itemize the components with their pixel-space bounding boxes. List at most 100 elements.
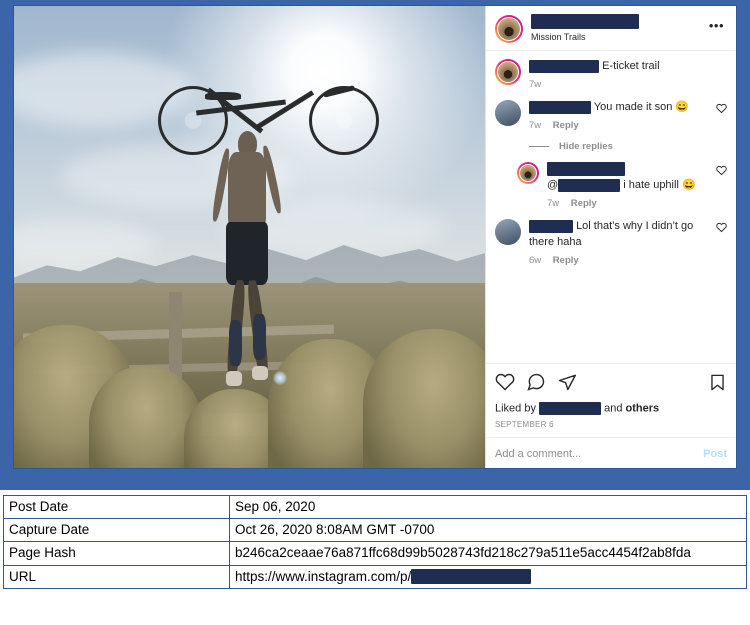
metadata-value-url: https://www.instagram.com/p/ [229, 564, 747, 589]
like-comment-icon[interactable] [716, 165, 727, 176]
likes-summary: Liked by and others [495, 402, 727, 415]
add-comment-input[interactable]: Add a comment... [495, 448, 703, 460]
rider-shoe [251, 365, 268, 380]
post-header: Mission Trails ••• [486, 6, 736, 52]
redacted-username [529, 219, 573, 233]
comment-text: You made it son [593, 101, 673, 114]
table-row: Capture Date Oct 26, 2020 8:08AM GMT -07… [3, 518, 747, 543]
reply-button[interactable]: Reply [553, 120, 579, 131]
screenshot-page: Mission Trails ••• E-ticket trail 7w You… [0, 0, 750, 625]
comment-item: Lol that’s why I didn’t go there haha 6w… [495, 219, 727, 266]
likes-and: and [604, 402, 623, 415]
redacted-username [539, 402, 602, 415]
comment-meta: 6w Reply [529, 255, 708, 266]
avatar[interactable] [517, 162, 539, 185]
redacted-username [531, 14, 639, 29]
comment-reply-item: @ i hate uphill 😄 7w Reply [517, 162, 727, 209]
metadata-key: Post Date [3, 494, 230, 520]
comments-list: E-ticket trail 7w You made it son 😄 7w R… [486, 51, 736, 363]
action-icons-row [495, 372, 727, 395]
caption-meta: 7w [529, 79, 727, 90]
redacted-post-id [411, 568, 532, 584]
like-comment-icon[interactable] [716, 222, 727, 233]
redacted-username [547, 162, 625, 177]
caption-time: 7w [529, 79, 542, 91]
instagram-sidebar: Mission Trails ••• E-ticket trail 7w You… [485, 6, 736, 468]
bicycle-seat [205, 92, 242, 101]
avatar[interactable] [495, 14, 523, 43]
post-photo [14, 6, 485, 468]
redacted-mention [558, 178, 621, 192]
comment-meta: 7w Reply [529, 120, 708, 131]
post-comment-button[interactable]: Post [703, 448, 727, 460]
table-row: URL https://www.instagram.com/p/ [3, 564, 747, 589]
instagram-post-capture: Mission Trails ••• E-ticket trail 7w You… [13, 5, 737, 469]
bicycle-frame [254, 90, 315, 131]
mention-prefix: @ [547, 179, 559, 192]
metadata-table: Post Date Sep 06, 2020 Capture Date Oct … [3, 494, 747, 589]
reply-button[interactable]: Reply [553, 255, 579, 266]
like-comment-icon[interactable] [716, 103, 727, 114]
share-icon[interactable] [557, 372, 577, 395]
reply-text-line: @ i hate uphill 😄 [547, 178, 708, 194]
comment-body: You made it son 😄 7w Reply [529, 100, 708, 131]
metadata-value: Oct 26, 2020 8:08AM GMT -0700 [229, 518, 747, 543]
avatar-image [497, 16, 521, 41]
rider-calf-sleeve [228, 319, 242, 366]
metadata-key: URL [3, 564, 230, 589]
comment-time: 7w [529, 120, 542, 132]
redacted-username [529, 60, 599, 73]
avatar[interactable] [495, 59, 521, 86]
post-date-label: SEPTEMBER 6 [495, 420, 554, 429]
caption-text: E-ticket trail [602, 60, 660, 73]
reply-username-line [547, 162, 708, 178]
avatar[interactable] [495, 219, 521, 246]
avatar-image [495, 100, 521, 127]
add-comment-bar: Add a comment... Post [486, 437, 736, 468]
table-row: Post Date Sep 06, 2020 [3, 494, 747, 520]
bicycle-wheel [309, 86, 380, 156]
hide-replies-label: Hide replies [559, 141, 613, 153]
more-options-icon[interactable]: ••• [709, 18, 728, 39]
lens-flare [273, 370, 288, 385]
avatar-image [497, 61, 519, 84]
avatar-image [495, 219, 521, 246]
liked-by-label: Liked by [495, 402, 536, 415]
avatar-image [519, 164, 537, 183]
reply-body: @ i hate uphill 😄 7w Reply [547, 162, 708, 209]
hide-replies-toggle[interactable]: Hide replies [529, 141, 727, 152]
reply-meta: 7w Reply [547, 198, 708, 209]
post-location[interactable]: Mission Trails [531, 32, 701, 43]
metadata-key: Capture Date [3, 518, 230, 543]
divider-line [529, 146, 549, 148]
comment-text-line: You made it son 😄 [529, 100, 708, 116]
comment-icon[interactable] [526, 372, 546, 395]
rider-shorts [226, 222, 268, 286]
metadata-value: Sep 06, 2020 [229, 494, 747, 520]
caption-body: E-ticket trail 7w [529, 59, 727, 90]
metadata-table-element: Post Date Sep 06, 2020 Capture Date Oct … [3, 494, 747, 589]
metadata-value: b246ca2ceaae76a871ffc68d99b5028743fd218c… [229, 541, 747, 566]
bookmark-icon[interactable] [708, 373, 727, 395]
caption-text-line: E-ticket trail [529, 59, 727, 75]
post-actions: Liked by and others SEPTEMBER 6 [486, 363, 736, 429]
rider-shoe [226, 371, 243, 386]
metadata-key: Page Hash [3, 541, 230, 566]
comment-body: Lol that’s why I didn’t go there haha 6w… [529, 219, 708, 266]
reply-text: i hate uphill [623, 179, 679, 192]
likes-others[interactable]: others [626, 402, 660, 414]
comment-time: 6w [529, 255, 542, 267]
reply-button[interactable]: Reply [571, 198, 597, 209]
redacted-username [529, 100, 591, 114]
rider-torso [227, 152, 267, 230]
bicycle-silhouette [155, 85, 381, 164]
url-text: https://www.instagram.com/p/ [235, 568, 412, 584]
like-icon[interactable] [495, 372, 515, 395]
post-caption: E-ticket trail 7w [495, 59, 727, 90]
reply-time: 7w [547, 198, 560, 210]
comment-text-line: Lol that’s why I didn’t go there haha [529, 219, 708, 251]
capture-frame: Mission Trails ••• E-ticket trail 7w You… [0, 0, 750, 490]
emoji-icon: 😄 [681, 179, 696, 192]
emoji-icon: 😄 [675, 101, 690, 114]
avatar[interactable] [495, 100, 521, 127]
